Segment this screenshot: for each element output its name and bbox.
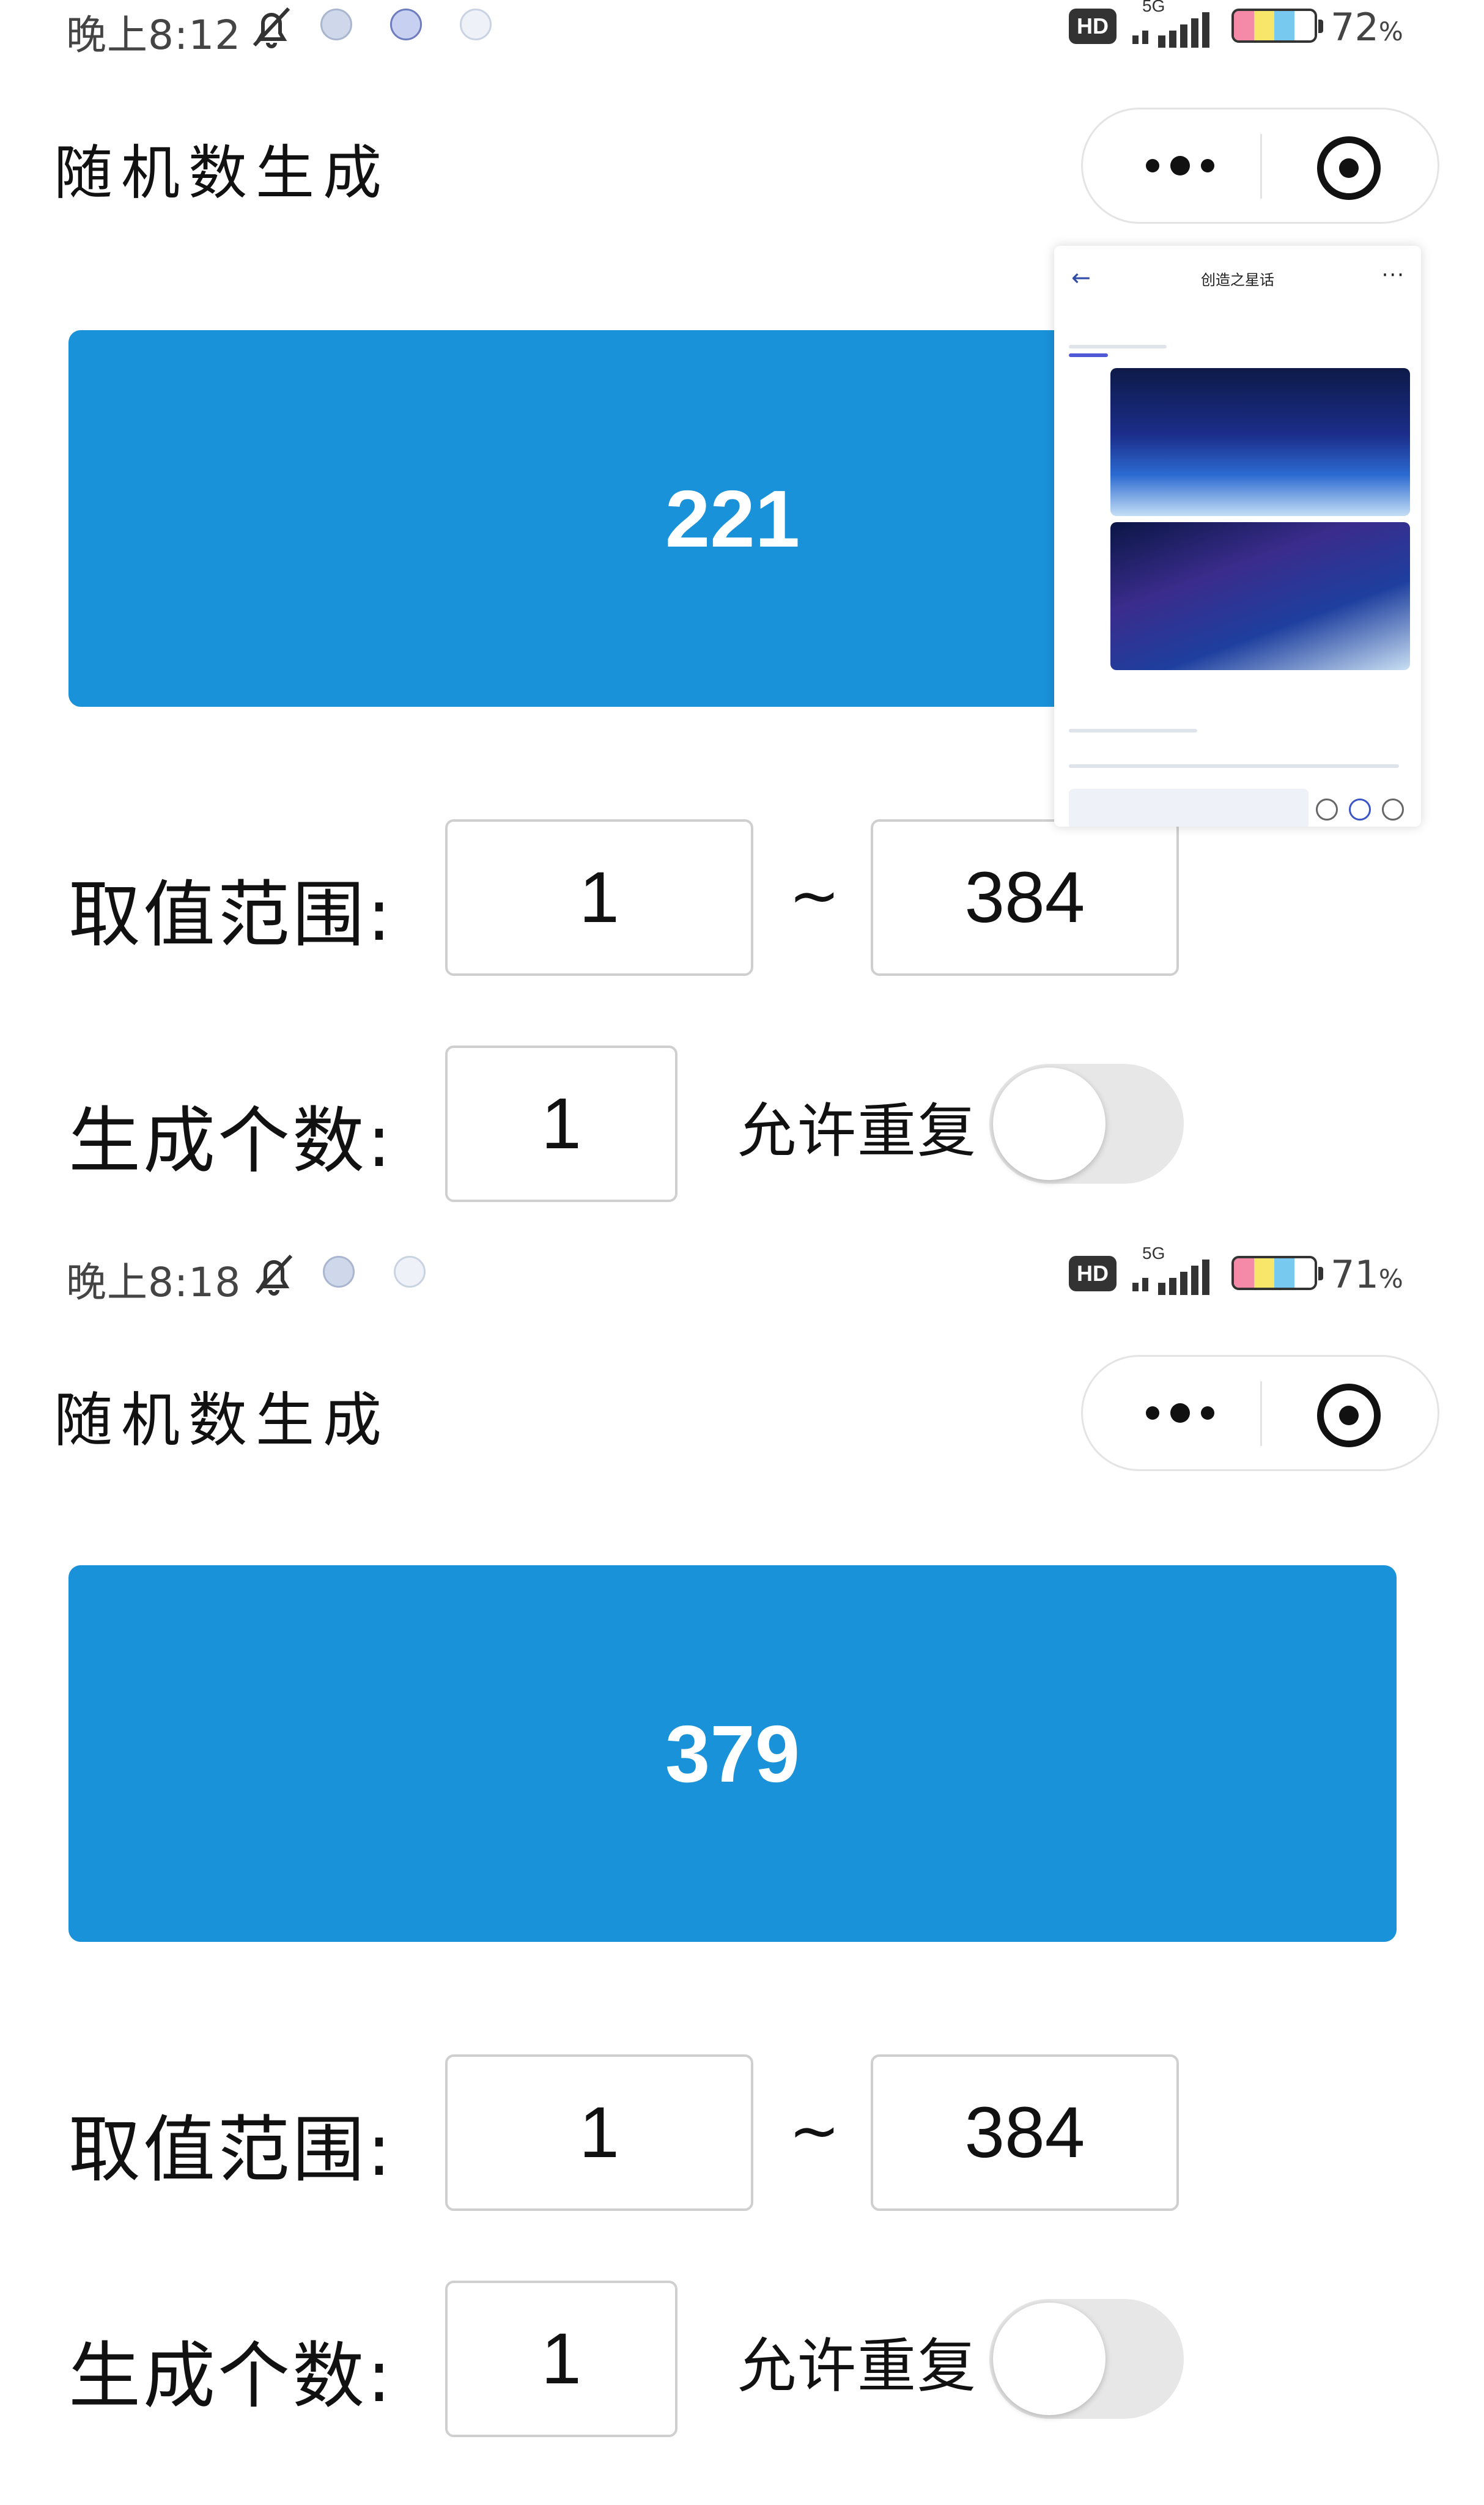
hd-badge: HD [1069,9,1117,44]
count-label: 生成个数: [68,1099,394,1183]
silent-bell-icon [255,1254,293,1296]
allow-repeat-switch[interactable] [989,2299,1184,2419]
target-icon[interactable] [1317,1384,1381,1447]
floating-image [1110,522,1410,670]
star-icon[interactable] [1382,799,1404,821]
battery-tip [1318,20,1323,33]
range-max-input[interactable]: 384 [871,819,1179,976]
battery-icon [1231,9,1317,43]
result-number: 379 [665,1708,800,1799]
count-label: 生成个数: [68,2334,394,2418]
status-time: 晚上8:18 [66,1259,242,1306]
range-max-input[interactable]: 384 [871,2054,1179,2211]
range-separator: ~ [789,860,840,931]
capsule-divider [1260,1381,1262,1446]
floating-tab-line [1069,353,1108,357]
allow-repeat-label: 允许重复 [737,1097,977,1165]
hd-badge: HD [1069,1256,1117,1291]
range-min-input[interactable]: 1 [445,819,753,976]
allow-repeat-switch[interactable] [989,1064,1184,1184]
count-input[interactable]: 1 [445,2281,677,2437]
battery-tip [1318,1267,1323,1280]
status-time: 晚上8:12 [66,12,242,59]
allow-repeat-label: 允许重复 [737,2332,977,2400]
status-bar: 晚上8:18 HD 5G 71% [0,1244,1484,1315]
switch-knob [993,1068,1106,1180]
status-bar: 晚上8:12 HD 5G 72% [0,0,1484,67]
screen-2: 晚上8:18 HD 5G 71% 随机数生成 379 取值范围: 1 ~ 384… [0,1244,1484,2499]
more-dots-icon[interactable] [1134,1393,1226,1433]
range-separator: ~ [789,2095,840,2166]
floating-window-title: 创造之星话 [1201,271,1274,289]
app-notification-icon [460,9,492,40]
capsule-divider [1260,134,1262,199]
app-notification-icon [323,1256,355,1288]
signal-icon [1132,12,1209,48]
floating-text-line [1069,764,1399,768]
floating-image [1110,368,1410,516]
page-title: 随机数生成 [54,1386,390,1455]
app-notification-icon [394,1256,426,1288]
battery-percent: 72% [1331,5,1403,50]
floating-window-header: ← 创造之星话 ··· [1054,246,1421,307]
battery-percent: 71% [1331,1252,1403,1297]
signal-icon [1132,1260,1209,1295]
silent-bell-icon [253,7,290,48]
comment-icon[interactable] [1316,799,1338,821]
menu-capsule [1081,1355,1439,1471]
switch-knob [993,2303,1106,2415]
like-icon[interactable] [1349,799,1371,821]
range-min-input[interactable]: 1 [445,2054,753,2211]
page-title: 随机数生成 [54,139,390,207]
more-dots-icon[interactable]: ··· [1382,263,1405,287]
floating-window[interactable]: ← 创造之星话 ··· [1054,246,1421,827]
range-label: 取值范围: [68,2108,394,2192]
floating-text-line [1069,729,1197,732]
floating-comment-input[interactable] [1069,789,1309,827]
count-input[interactable]: 1 [445,1046,677,1202]
range-label: 取值范围: [68,873,394,957]
menu-capsule [1081,108,1439,224]
screen-1: 晚上8:12 HD 5G 72% 随机数生成 221 取值范围: 1 ~ 384… [0,0,1484,1252]
result-button[interactable]: 379 [68,1565,1397,1942]
app-notification-icon [390,9,422,40]
more-dots-icon[interactable] [1134,146,1226,185]
floating-text-line [1069,345,1167,349]
app-notification-icon [320,9,352,40]
battery-icon [1231,1256,1317,1290]
target-icon[interactable] [1317,136,1381,200]
